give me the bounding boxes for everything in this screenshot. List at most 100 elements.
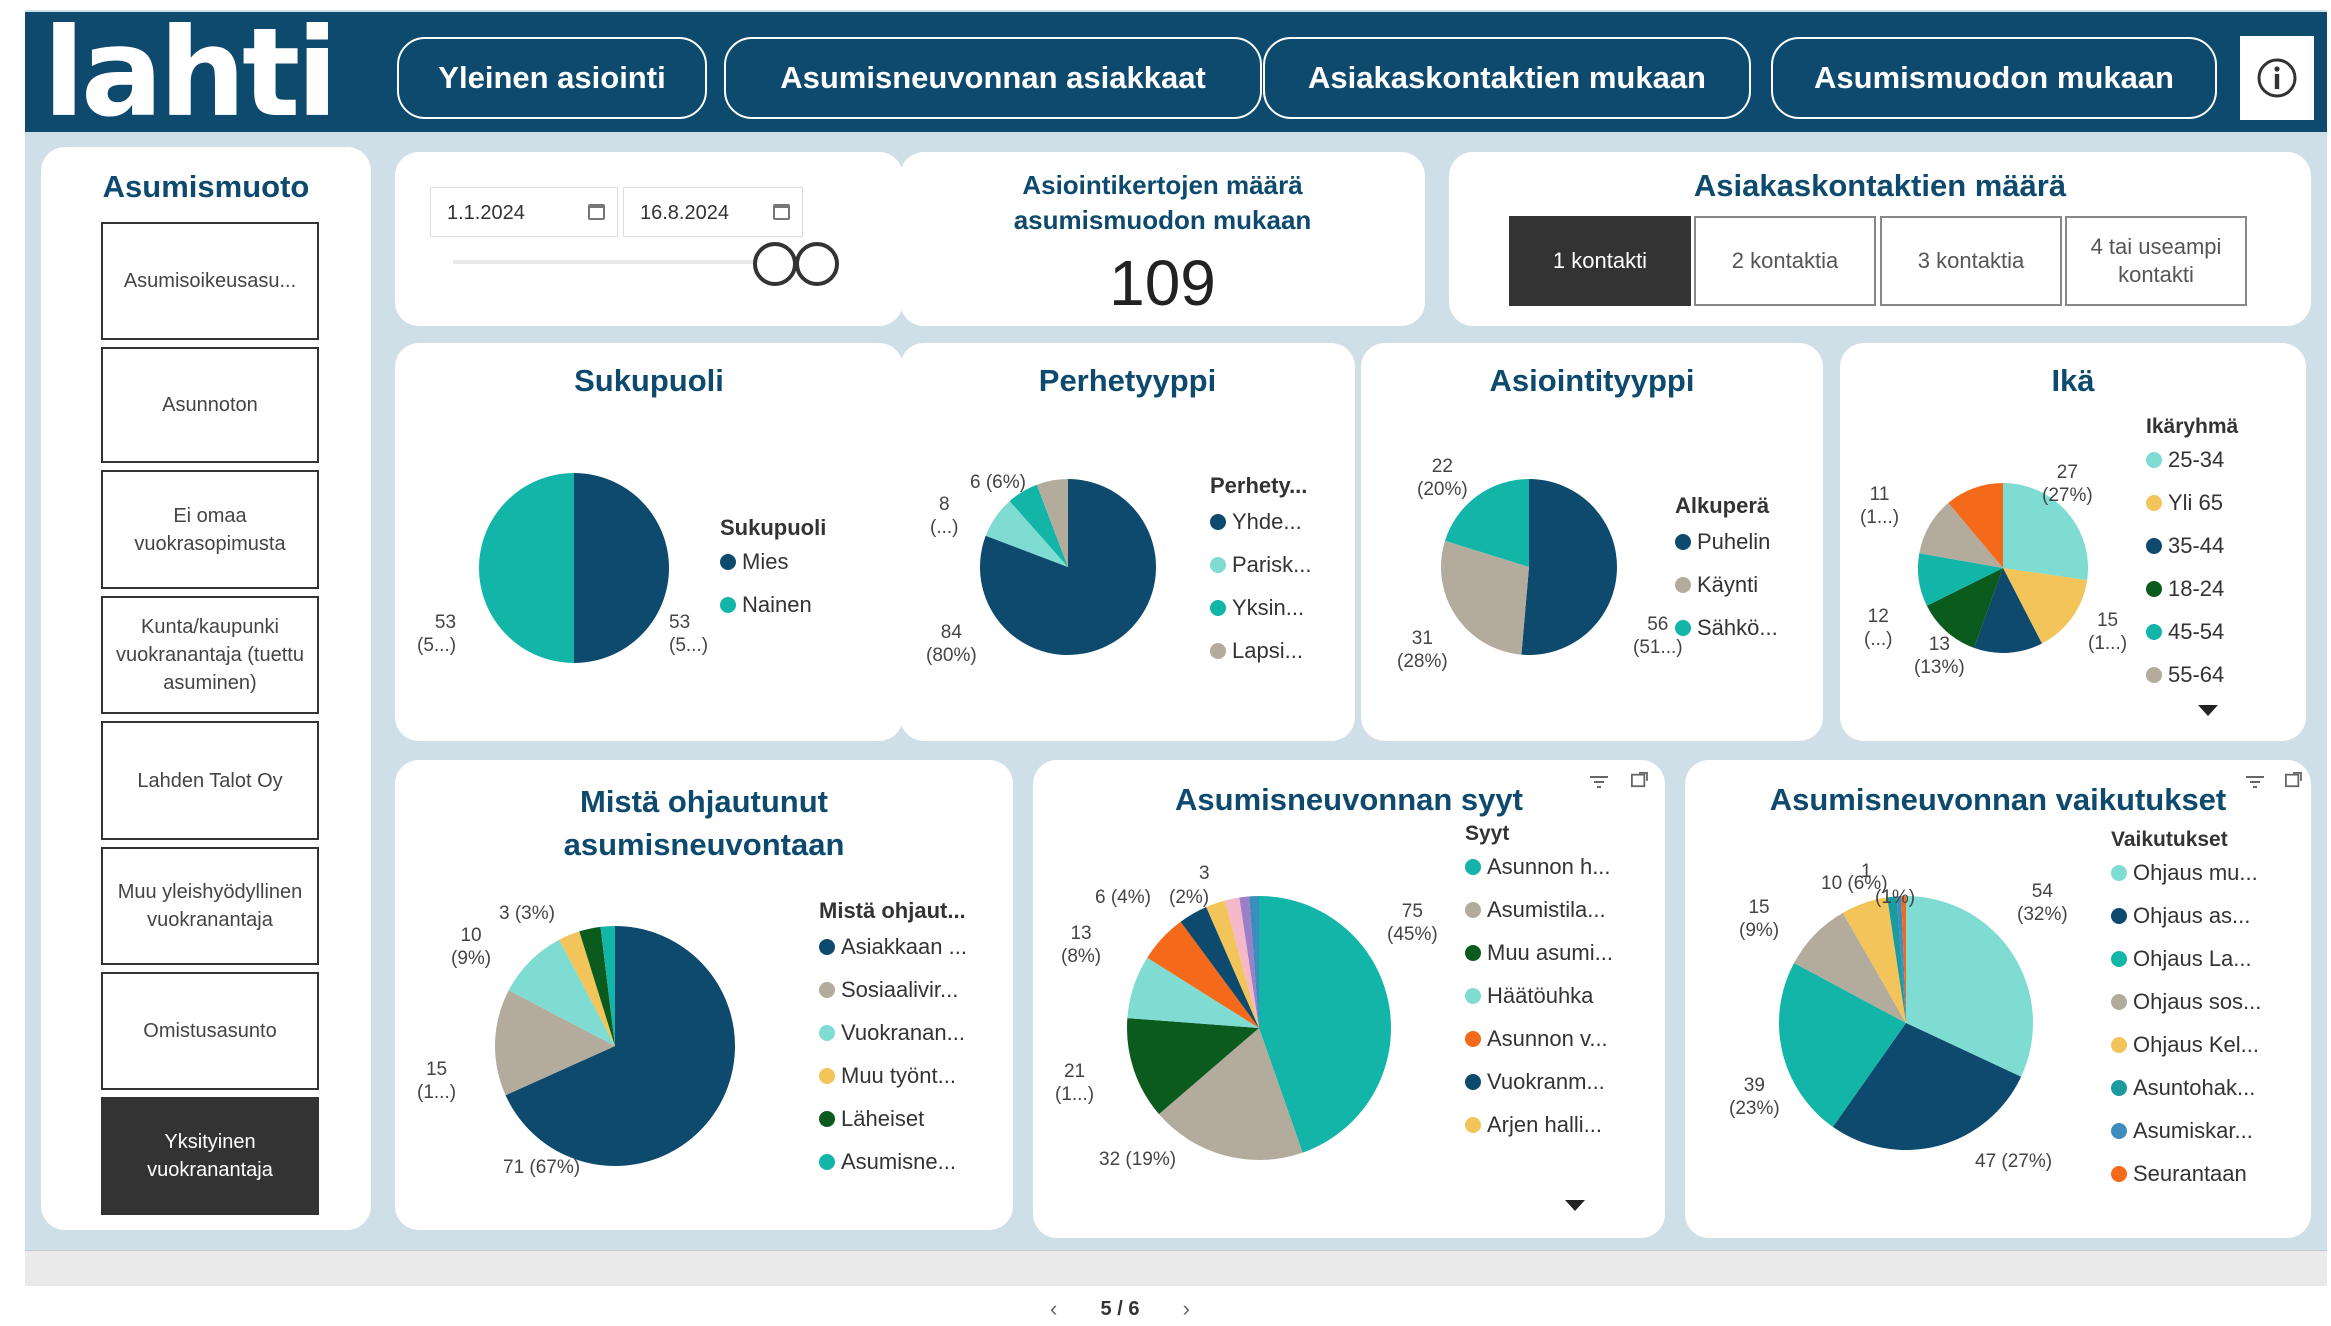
legend-item[interactable]: Yksin...: [1210, 595, 1304, 621]
nav-asiakaskontaktien-mukaan[interactable]: Asiakaskontaktien mukaan: [1263, 37, 1751, 119]
filter-icon[interactable]: [2245, 774, 2265, 790]
slicer-item-asunnoton[interactable]: Asunnoton: [101, 347, 319, 463]
slice-label: 32 (19%): [1099, 1149, 1177, 1170]
legend-item[interactable]: Puhelin: [1675, 529, 1770, 555]
legend-label: 18-24: [2168, 576, 2225, 601]
slicer-item-omistusasunto[interactable]: Omistusasunto: [101, 972, 319, 1090]
slicer-item-lahden-talot[interactable]: Lahden Talot Oy: [101, 721, 319, 840]
legend-item[interactable]: Yhde...: [1210, 509, 1302, 535]
date-slider-handle-end[interactable]: [795, 242, 839, 286]
legend-item[interactable]: 35-44: [2146, 533, 2224, 559]
legend-item[interactable]: 25-34: [2146, 447, 2224, 473]
legend-item[interactable]: Ohjaus La...: [2111, 946, 2252, 972]
slicer-item-yksityinen-vuokranantaja[interactable]: Yksityinen vuokranantaja: [101, 1097, 319, 1215]
legend-item[interactable]: Ohjaus as...: [2111, 903, 2250, 929]
legend-dot: [1675, 534, 1691, 550]
legend-dot: [819, 1154, 835, 1170]
legend-dot: [2111, 908, 2127, 924]
legend-label: Lapsi...: [1232, 638, 1303, 663]
date-slider-handle-start[interactable]: [753, 242, 797, 286]
legend-dot: [2146, 667, 2162, 683]
start-date-value: 1.1.2024: [447, 202, 525, 224]
ohjautuminen-pie: [495, 926, 735, 1166]
footer-bar: [25, 1250, 2327, 1286]
legend-item[interactable]: Muu työnt...: [819, 1063, 956, 1089]
focus-mode-icon[interactable]: [1629, 772, 1649, 788]
legend-item[interactable]: Muu asumi...: [1465, 940, 1613, 966]
legend-label: Ohjaus as...: [2133, 903, 2251, 928]
legend-item[interactable]: Asunnon h...: [1465, 854, 1611, 880]
legend-label: 45-54: [2168, 619, 2225, 644]
end-date-input[interactable]: 16.8.2024: [623, 187, 803, 237]
legend-item[interactable]: Läheiset: [819, 1106, 924, 1132]
legend-item[interactable]: 18-24: [2146, 576, 2224, 602]
slice-label: 53 (5...): [417, 612, 457, 656]
legend-item[interactable]: Parisk...: [1210, 552, 1311, 578]
slicer-item-kunta-kaupunki[interactable]: Kunta/kaupunki vuokranantaja (tuettu asu…: [101, 596, 319, 714]
legend-item[interactable]: Ohjaus Kel...: [2111, 1032, 2259, 1058]
nav-yleinen-asiointi[interactable]: Yleinen asiointi: [397, 37, 707, 119]
start-date-input[interactable]: 1.1.2024: [430, 187, 618, 237]
legend-label: Ohjaus La...: [2133, 946, 2252, 971]
pie-slice[interactable]: [574, 473, 669, 663]
chart-title: Perhetyyppi: [1038, 363, 1217, 398]
slice-label: 39 (23%): [1729, 1075, 1780, 1119]
slice-label: 31 (28%): [1397, 628, 1448, 672]
legend-item[interactable]: Arjen halli...: [1465, 1112, 1602, 1138]
pie-slice[interactable]: [1521, 479, 1617, 655]
legend-label: Asunnon h...: [1487, 854, 1611, 879]
chart-title: Ikä: [2051, 363, 2095, 398]
contact-filter-4[interactable]: 4 tai useampi kontakti: [2065, 216, 2247, 306]
legend-item[interactable]: Seurantaan: [2111, 1161, 2247, 1187]
legend-item[interactable]: Yli 65: [2146, 490, 2223, 516]
legend-item[interactable]: 55-64: [2146, 662, 2224, 688]
legend-item[interactable]: Ohjaus mu...: [2111, 860, 2258, 886]
legend-item[interactable]: Asumiskar...: [2111, 1118, 2253, 1144]
legend-item[interactable]: Mies: [720, 549, 788, 575]
legend-item[interactable]: 45-54: [2146, 619, 2224, 645]
previous-page-icon[interactable]: ‹: [1050, 1296, 1057, 1322]
legend-item[interactable]: Asuntohak...: [2111, 1075, 2255, 1101]
legend-item[interactable]: Asunnon v...: [1465, 1026, 1608, 1052]
contact-filter-3[interactable]: 3 kontaktia: [1880, 216, 2062, 306]
focus-mode-icon[interactable]: [2283, 772, 2303, 788]
legend-label: 25-34: [2168, 447, 2225, 472]
legend-item[interactable]: Asumisne...: [819, 1149, 956, 1175]
contact-filter-2[interactable]: 2 kontaktia: [1694, 216, 1876, 306]
slicer-item-asumisoikeusasunto[interactable]: Asumisoikeusasu...: [101, 222, 319, 340]
legend-dot: [2146, 581, 2162, 597]
legend-item[interactable]: Nainen: [720, 592, 812, 618]
legend-item[interactable]: Vuokranm...: [1465, 1069, 1605, 1095]
legend-label: Asunnon v...: [1487, 1026, 1608, 1051]
scroll-down-icon[interactable]: [2198, 705, 2218, 717]
legend-title: Syyt: [1465, 822, 1510, 845]
legend-label: Yhde...: [1232, 509, 1302, 534]
pie-slice[interactable]: [479, 473, 574, 663]
slicer-item-ei-omaa-vuokrasopimusta[interactable]: Ei omaa vuokrasopimusta: [101, 470, 319, 589]
legend-item[interactable]: Sosiaalivir...: [819, 977, 958, 1003]
legend-dot: [1675, 577, 1691, 593]
info-button[interactable]: [2240, 36, 2314, 120]
legend-item[interactable]: Käynti: [1675, 572, 1758, 598]
legend-item[interactable]: Sähkö...: [1675, 615, 1778, 641]
legend-item[interactable]: Lapsi...: [1210, 638, 1303, 664]
next-page-icon[interactable]: ›: [1183, 1296, 1190, 1322]
legend-item[interactable]: Häätöuhka: [1465, 983, 1593, 1009]
contact-filter-1[interactable]: 1 kontakti: [1509, 216, 1691, 306]
filter-icon[interactable]: [1589, 774, 1609, 790]
legend-label: 55-64: [2168, 662, 2225, 687]
nav-asumismuodon-mukaan[interactable]: Asumismuodon mukaan: [1771, 37, 2217, 119]
scroll-down-icon[interactable]: [1565, 1200, 1585, 1212]
legend-item[interactable]: Vuokranan...: [819, 1020, 965, 1046]
info-icon: [2257, 58, 2297, 98]
slicer-item-muu-yleishyodyllinen[interactable]: Muu yleishyödyllinen vuokranantaja: [101, 847, 319, 965]
nav-asumisneuvonnan-asiakkaat[interactable]: Asumisneuvonnan asiakkaat: [724, 37, 1262, 119]
page-indicator: 5 / 6: [1100, 1297, 1140, 1320]
legend-item[interactable]: Asiakkaan ...: [819, 934, 967, 960]
legend-item[interactable]: Asumistila...: [1465, 897, 1606, 923]
legend-item[interactable]: Ohjaus sos...: [2111, 989, 2261, 1015]
slice-label: (2%): [1169, 887, 1210, 908]
legend-title: Mistä ohjaut...: [819, 898, 966, 923]
legend-dot: [819, 939, 835, 955]
syyt-pie: [1127, 896, 1391, 1160]
